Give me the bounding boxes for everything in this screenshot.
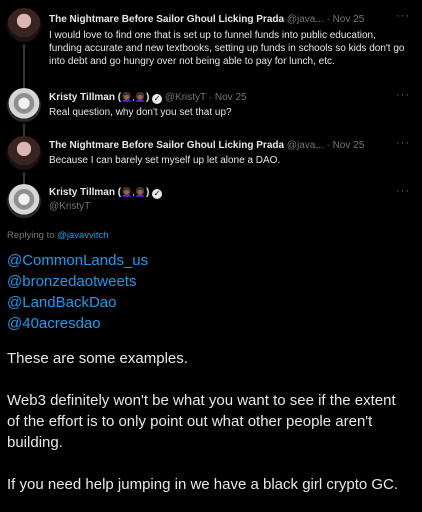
- main-paragraph-2: Web3 definitely won't be what you want t…: [7, 392, 396, 451]
- tweet-header: Kristy Tillman (👩🏾‍🦱,👩🏾‍🦱) ✓: [49, 186, 392, 199]
- separator: ·: [326, 140, 330, 151]
- tweet-3[interactable]: The Nightmare Before Sailor Ghoul Lickin…: [0, 136, 422, 180]
- tweet-text: Because I can barely set myself up let a…: [49, 155, 281, 166]
- handle[interactable]: @java...: [287, 140, 324, 151]
- separator: ·: [326, 14, 330, 25]
- timestamp[interactable]: Nov 25: [333, 140, 365, 151]
- avatar[interactable]: [7, 136, 41, 170]
- verified-badge-icon: ✓: [152, 189, 163, 199]
- display-name-end: ): [145, 187, 150, 198]
- timestamp[interactable]: Nov 25: [215, 92, 247, 103]
- mention-link[interactable]: @bronzedaotweets: [7, 271, 148, 292]
- emoji: 👩🏾‍🦱,👩🏾‍🦱: [121, 92, 146, 102]
- avatar[interactable]: [7, 8, 41, 42]
- main-paragraph-1: These are some examples.: [7, 350, 188, 367]
- tweet-header: The Nightmare Before Sailor Ghoul Lickin…: [49, 13, 392, 26]
- verified-badge-icon: ✓: [152, 94, 163, 104]
- more-horizontal-icon[interactable]: ···: [396, 185, 410, 197]
- more-horizontal-icon[interactable]: ···: [396, 89, 410, 101]
- replying-to: Replying to @javavvitch: [7, 230, 109, 241]
- mention-link[interactable]: @CommonLands_us: [7, 250, 148, 271]
- mention-list: @CommonLands_us @bronzedaotweets @LandBa…: [7, 250, 148, 334]
- handle[interactable]: @KristyT: [165, 92, 206, 103]
- tweet-text: I would love to find one that is set up …: [49, 30, 405, 67]
- display-name-end: ): [145, 92, 150, 103]
- display-name[interactable]: The Nightmare Before Sailor Ghoul Lickin…: [49, 14, 284, 25]
- handle[interactable]: @KristyT: [49, 200, 392, 213]
- mention-link[interactable]: @40acresdao: [7, 313, 148, 334]
- replying-prefix: Replying to: [7, 230, 55, 241]
- tweet-2[interactable]: Kristy Tillman (👩🏾‍🦱,👩🏾‍🦱) ✓ @KristyT · …: [0, 88, 422, 132]
- replying-handle-link[interactable]: @javavvitch: [57, 230, 108, 241]
- separator: ·: [208, 92, 213, 103]
- mention-link[interactable]: @LandBackDao: [7, 292, 148, 313]
- more-horizontal-icon[interactable]: ···: [396, 10, 410, 22]
- timestamp[interactable]: Nov 25: [333, 14, 365, 25]
- handle[interactable]: @java...: [287, 14, 324, 25]
- avatar[interactable]: [7, 88, 41, 122]
- main-paragraph-3: If you need help jumping in we have a bl…: [7, 476, 399, 493]
- display-name[interactable]: Kristy Tillman (: [49, 187, 121, 198]
- display-name[interactable]: The Nightmare Before Sailor Ghoul Lickin…: [49, 140, 284, 151]
- avatar[interactable]: [7, 184, 41, 218]
- display-name[interactable]: Kristy Tillman (: [49, 92, 121, 103]
- tweet-header: Kristy Tillman (👩🏾‍🦱,👩🏾‍🦱) ✓ @KristyT · …: [49, 91, 392, 104]
- tweet-1[interactable]: The Nightmare Before Sailor Ghoul Lickin…: [0, 0, 422, 88]
- tweet-text: Real question, why don't you set that up…: [49, 107, 232, 118]
- more-horizontal-icon[interactable]: ···: [396, 137, 410, 149]
- tweet-header: The Nightmare Before Sailor Ghoul Lickin…: [49, 139, 392, 152]
- emoji: 👩🏾‍🦱,👩🏾‍🦱: [121, 187, 146, 197]
